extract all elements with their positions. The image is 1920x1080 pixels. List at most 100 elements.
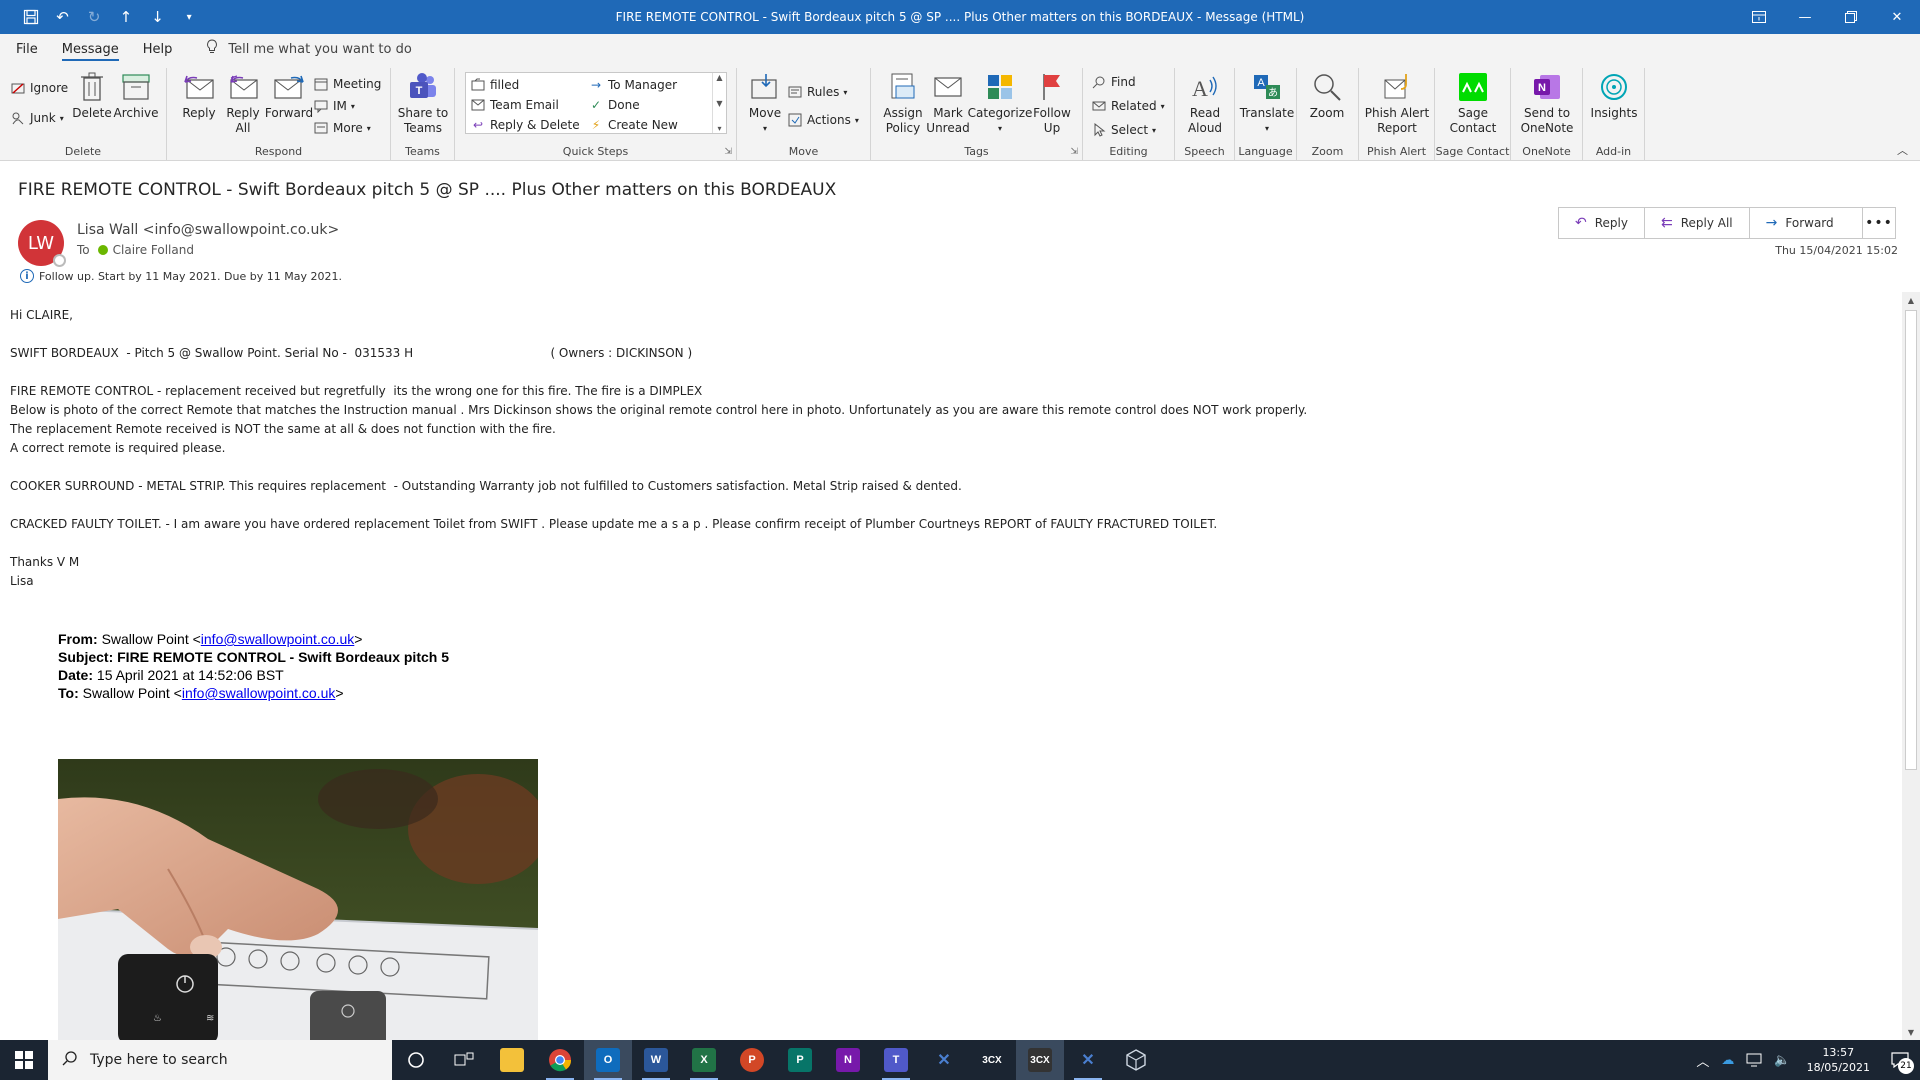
forward-button[interactable]: Forward [265, 70, 313, 121]
to-email-link[interactable]: info@swallowpoint.co.uk [182, 685, 336, 701]
meeting-button[interactable]: Meeting [313, 74, 381, 94]
redo-icon[interactable]: ↻ [83, 6, 105, 28]
phish-alert-group-label: Phish Alert [1366, 145, 1427, 158]
quick-step-to-manager[interactable]: → To Manager [588, 75, 677, 95]
find-button[interactable]: Find [1091, 72, 1136, 92]
junk-button[interactable]: Junk ▾ [10, 108, 64, 128]
virtualbox-icon[interactable] [1112, 1040, 1160, 1080]
scroll-up-icon[interactable]: ▲ [716, 73, 722, 82]
sage-contact-button[interactable]: Sage Contact [1441, 70, 1505, 136]
recipient[interactable]: Claire Folland [97, 243, 194, 257]
word-icon[interactable]: W [632, 1040, 680, 1080]
tab-file[interactable]: File [0, 34, 50, 64]
dialog-launcher-icon[interactable]: ⇲ [1070, 147, 1078, 157]
reply-all-button[interactable]: Reply All [223, 70, 263, 136]
task-view-icon[interactable] [440, 1040, 488, 1080]
ribbon-display-options-icon[interactable] [1736, 0, 1782, 34]
powerpoint-icon[interactable]: P [728, 1040, 776, 1080]
tab-help[interactable]: Help [131, 34, 185, 64]
clock[interactable]: 13:57 18/05/2021 [1797, 1045, 1880, 1075]
assign-policy-button[interactable]: Assign Policy [881, 70, 925, 136]
chrome-icon[interactable] [536, 1040, 584, 1080]
quick-steps-scroll[interactable]: ▲ ▼ ▾ [712, 73, 726, 133]
action-center-button[interactable]: 21 [1880, 1040, 1920, 1080]
show-hidden-icons[interactable]: ︿ [1690, 1051, 1715, 1070]
svg-text:≋: ≋ [206, 1013, 214, 1024]
tab-message[interactable]: Message [50, 34, 131, 64]
volume-icon[interactable]: 🔈 [1768, 1053, 1796, 1068]
scroll-down-icon[interactable]: ▼ [716, 99, 722, 108]
reply-all-button[interactable]: ⇇ Reply All [1645, 208, 1750, 238]
related-button[interactable]: Related ▾ [1091, 96, 1165, 116]
onedrive-icon[interactable]: ☁ [1715, 1053, 1740, 1068]
quick-step-filled[interactable]: filled [470, 75, 519, 95]
phish-alert-report-button[interactable]: Phish Alert Report [1363, 70, 1431, 136]
move-button[interactable]: Move ▾ [745, 70, 785, 136]
rules-button[interactable]: Rules ▾ [787, 82, 847, 102]
next-item-icon[interactable]: ↓ [147, 6, 169, 28]
message-scrollbar[interactable]: ▲ ▼ [1902, 292, 1920, 1040]
delete-group: Ignore Junk ▾ Delete Archive Delete [0, 68, 167, 160]
start-button[interactable] [0, 1040, 48, 1080]
sender[interactable]: Lisa Wall <info@swallowpoint.co.uk> [77, 222, 339, 238]
from-email-link[interactable]: info@swallowpoint.co.uk [201, 631, 355, 647]
scroll-thumb[interactable] [1905, 310, 1917, 770]
reply-arrow-icon: ↶ [1575, 215, 1587, 231]
3cx-icon[interactable]: 3CX [968, 1040, 1016, 1080]
sage-contact-group-label: Sage Contact [1435, 145, 1510, 158]
3cx-dark-icon[interactable]: 3CX [1016, 1040, 1064, 1080]
delete-button[interactable]: Delete [72, 70, 112, 121]
previous-item-icon[interactable]: ↑ [115, 6, 137, 28]
onenote-taskbar-icon[interactable]: N [824, 1040, 872, 1080]
mark-unread-button[interactable]: Mark Unread [926, 70, 970, 136]
remote-control-photo[interactable]: ♨ ≋ [58, 759, 538, 1040]
customize-qat-icon[interactable]: ▾ [178, 6, 200, 28]
forward-button[interactable]: → Forward [1750, 208, 1862, 238]
insights-button[interactable]: Insights [1587, 70, 1641, 121]
publisher-icon[interactable]: P [776, 1040, 824, 1080]
excel-icon[interactable]: X [680, 1040, 728, 1080]
reply-button[interactable]: ↶ Reply [1559, 208, 1645, 238]
teams-icon: T [406, 70, 440, 104]
reply-button[interactable]: Reply [179, 70, 219, 121]
ignore-button[interactable]: Ignore [10, 78, 68, 98]
cortana-icon[interactable] [392, 1040, 440, 1080]
quick-step-team-email[interactable]: Team Email [470, 95, 559, 115]
quick-step-reply-delete[interactable]: ↩ Reply & Delete [470, 115, 580, 135]
categorize-button[interactable]: Categorize ▾ [968, 70, 1032, 136]
network-icon[interactable] [1740, 1053, 1768, 1067]
archive-button[interactable]: Archive [114, 70, 158, 121]
scroll-up-icon[interactable]: ▲ [1902, 292, 1920, 308]
undo-icon[interactable]: ↶ [52, 6, 74, 28]
more-respond-button[interactable]: More ▾ [313, 118, 371, 138]
send-to-onenote-button[interactable]: N Send to OneNote [1515, 70, 1579, 136]
expand-gallery-icon[interactable]: ▾ [717, 124, 721, 133]
chevron-down-icon: ▾ [1264, 124, 1269, 133]
actions-button[interactable]: Actions ▾ [787, 110, 859, 130]
translate-button[interactable]: Aあ Translate ▾ [1239, 70, 1295, 136]
zoom-button[interactable]: Zoom [1305, 70, 1349, 121]
app-blue-icon[interactable]: ✕ [1064, 1040, 1112, 1080]
more-actions-button[interactable]: ••• [1862, 207, 1896, 239]
scroll-down-icon[interactable]: ▼ [1902, 1024, 1920, 1040]
im-button[interactable]: IM ▾ [313, 96, 355, 116]
teams-taskbar-icon[interactable]: T [872, 1040, 920, 1080]
quick-step-done[interactable]: ✓ Done [588, 95, 640, 115]
select-button[interactable]: Select ▾ [1091, 120, 1156, 140]
dialog-launcher-icon[interactable]: ⇲ [724, 147, 732, 157]
restore-icon[interactable] [1828, 0, 1874, 34]
close-icon[interactable]: ✕ [1874, 0, 1920, 34]
app-x-icon[interactable]: ✕ [920, 1040, 968, 1080]
taskbar-search[interactable]: Type here to search [48, 1040, 392, 1080]
save-icon[interactable] [20, 6, 42, 28]
outlook-icon[interactable]: O [584, 1040, 632, 1080]
read-aloud-button[interactable]: A Read Aloud [1183, 70, 1227, 136]
follow-up-button[interactable]: Follow Up [1031, 70, 1073, 136]
chevron-down-icon: ▾ [1160, 101, 1165, 111]
share-to-teams-button[interactable]: T Share to Teams [397, 70, 449, 136]
file-explorer-icon[interactable] [488, 1040, 536, 1080]
collapse-ribbon-icon[interactable]: ︿ [1897, 142, 1908, 158]
quick-step-create-new[interactable]: ⚡ Create New [588, 115, 678, 135]
minimize-icon[interactable]: — [1782, 0, 1828, 34]
tell-me-box[interactable]: Tell me what you want to do [206, 39, 412, 59]
